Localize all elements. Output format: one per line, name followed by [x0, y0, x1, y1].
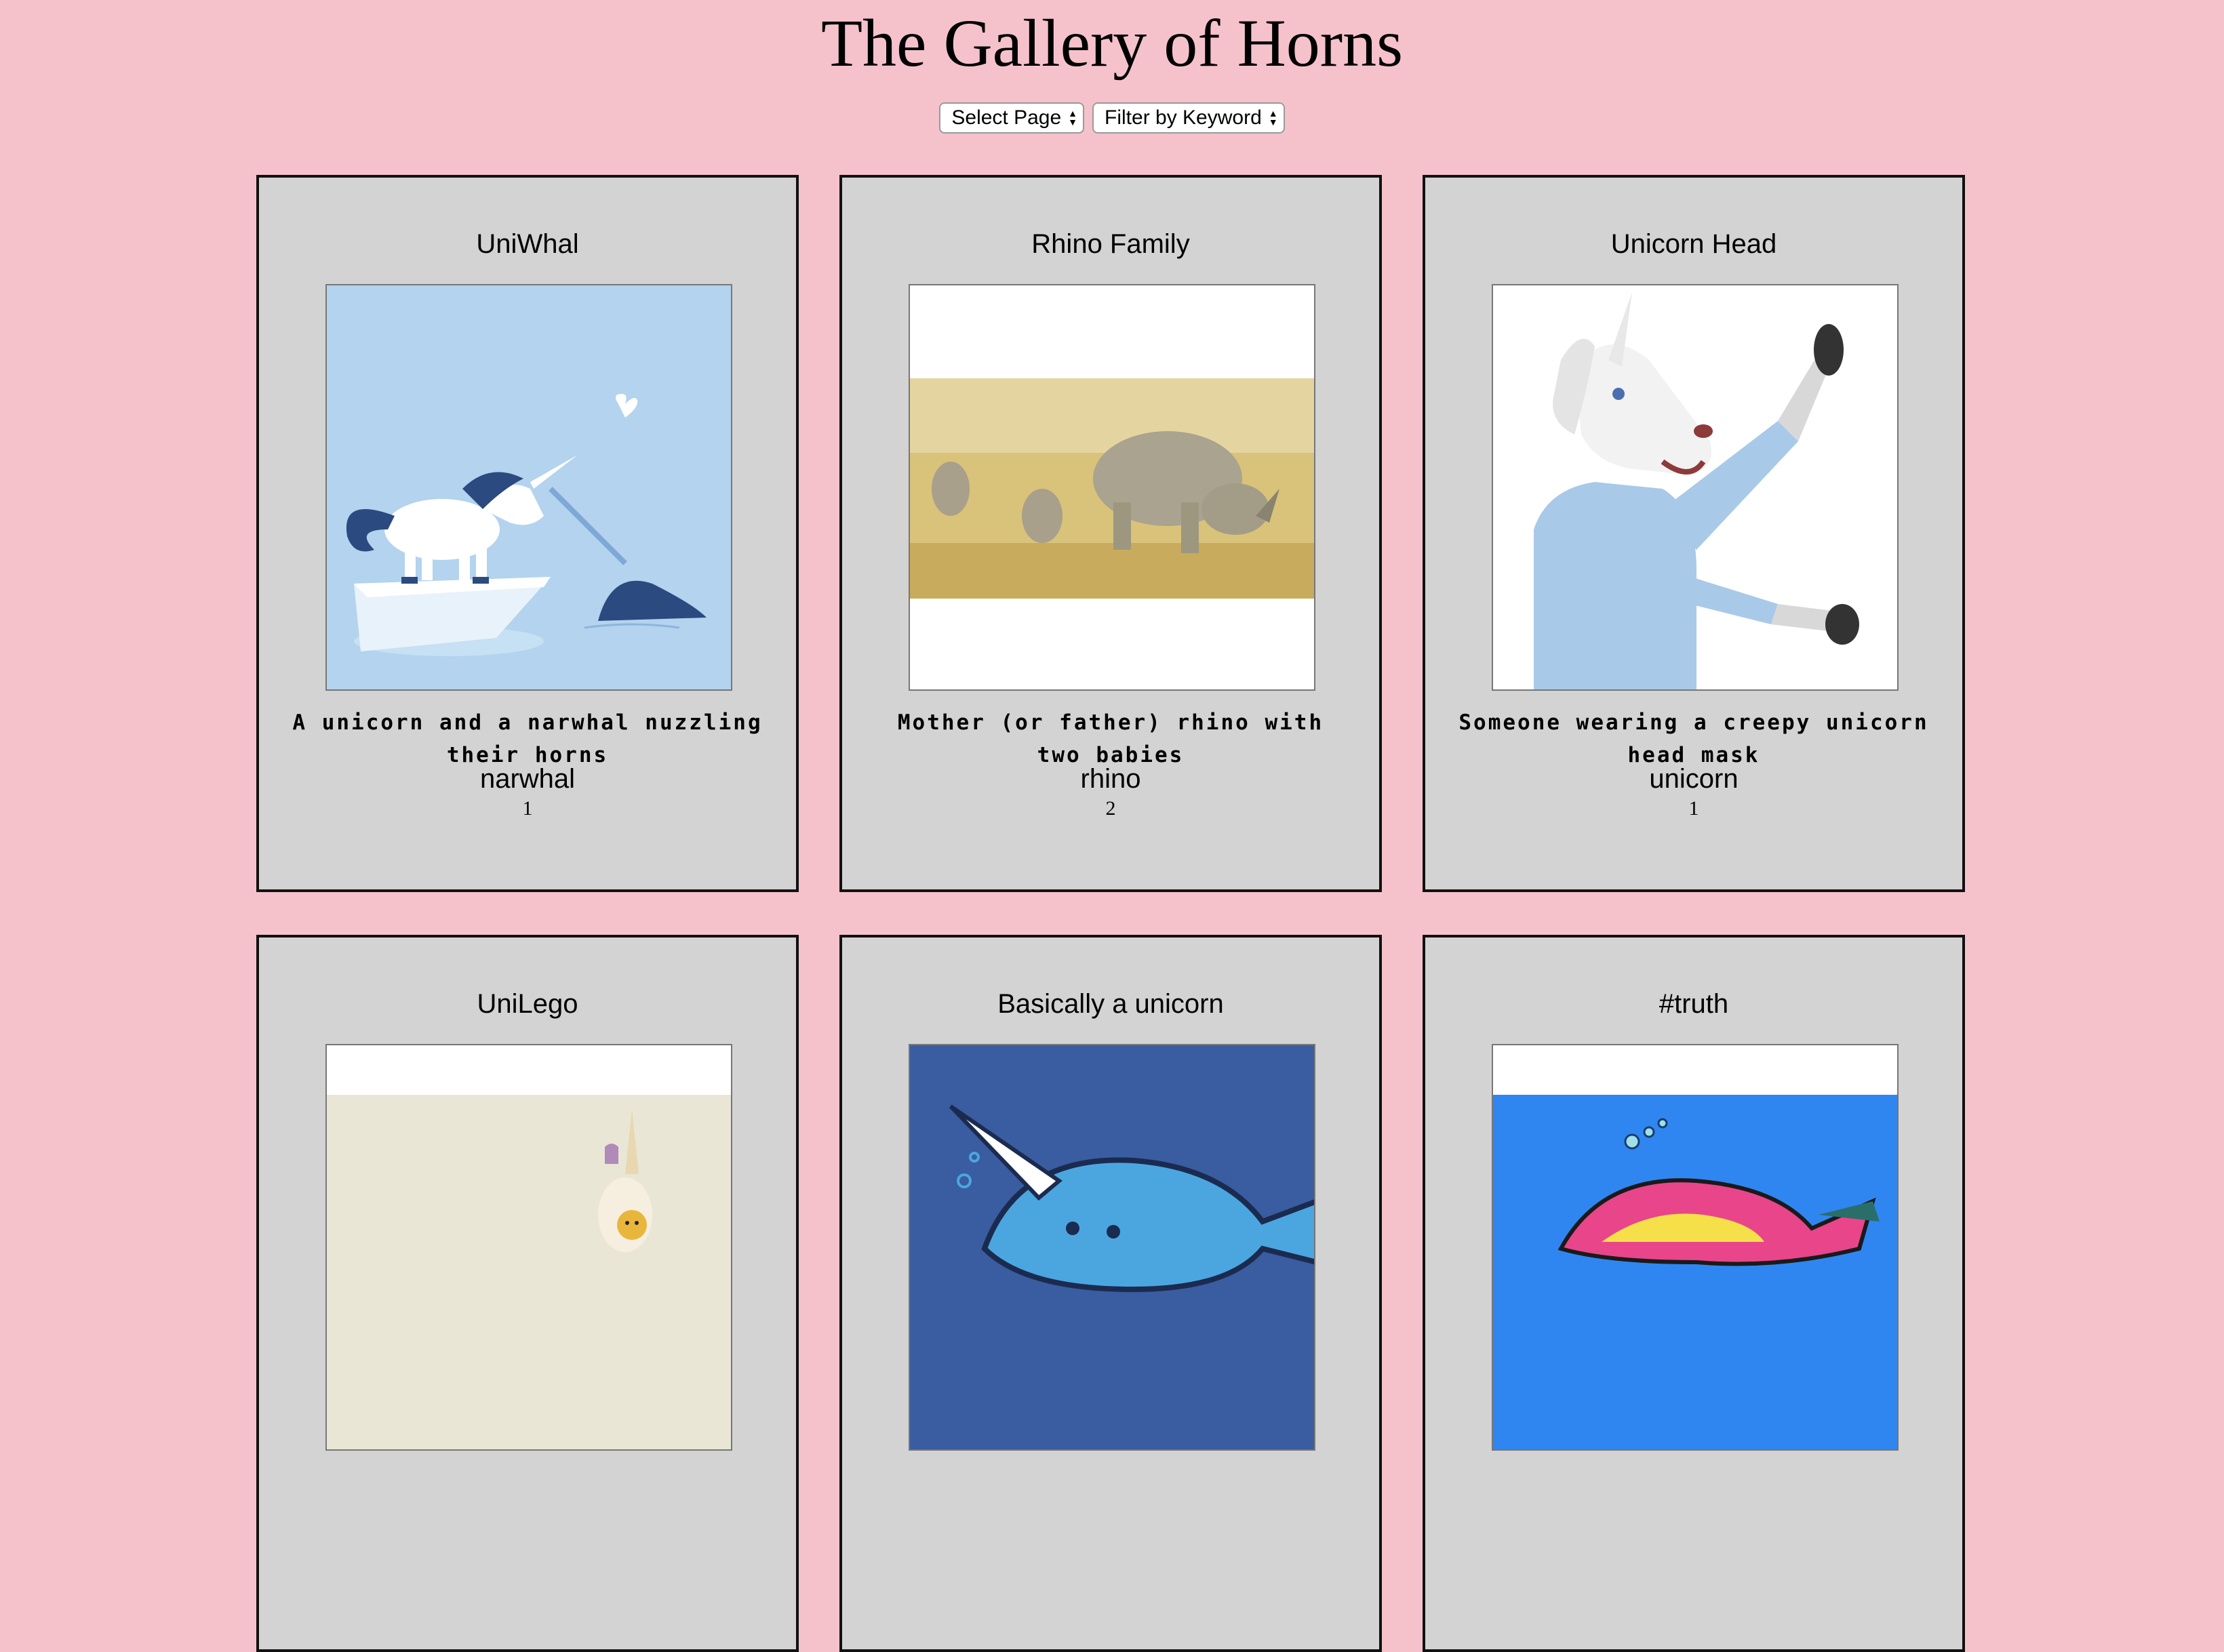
card-image [325, 284, 732, 691]
card-title: #truth [1659, 989, 1729, 1019]
card-horns: 1 [1688, 797, 1699, 820]
card-title: UniLego [477, 989, 578, 1019]
keyword-select-label: Filter by Keyword [1105, 106, 1262, 129]
page-select-label: Select Page [951, 106, 1062, 129]
narwhal-cartoon [910, 1045, 1314, 1449]
select-arrows-icon: ▲ ▼ [1268, 108, 1278, 127]
card-image [325, 1044, 732, 1451]
gallery-card: Rhino Family Mother (or father) rhino wi… [839, 175, 1382, 892]
gallery-card: Basically a unicorn [839, 935, 1382, 1652]
card-description: Mother (or father) rhino with two babies [897, 710, 1324, 767]
page-title: The Gallery of Horns [820, 5, 1404, 81]
select-arrows-icon: ▲ ▼ [1068, 108, 1078, 127]
page-select[interactable]: Select Page ▲ ▼ [939, 102, 1085, 134]
card-title: Basically a unicorn [997, 989, 1224, 1019]
gallery-card: UniWhal A unicorn and a narwhal nuzzling… [256, 175, 799, 892]
card-keyword: unicorn [1649, 764, 1739, 794]
card-title: Rhino Family [1031, 229, 1190, 259]
card-image [909, 284, 1315, 691]
narwhal-unicorn-drawing [1493, 1045, 1897, 1449]
unicorn-lego-photo [327, 1045, 731, 1449]
rhino-family-photo [910, 285, 1314, 689]
gallery-card: #truth [1423, 935, 1965, 1652]
keyword-select[interactable]: Filter by Keyword ▲ ▼ [1092, 102, 1285, 134]
card-horns: 1 [522, 797, 533, 820]
gallery-card: Unicorn Head Someone wearing a creepy un… [1423, 175, 1965, 892]
unicorn-mask-photo [1493, 285, 1897, 689]
card-description: A unicorn and a narwhal nuzzling their h… [292, 710, 763, 767]
card-image [1492, 284, 1899, 691]
card-image [909, 1044, 1315, 1451]
gallery-card: UniLego [256, 935, 799, 1652]
card-description: Someone wearing a creepy unicorn head ma… [1458, 710, 1929, 767]
card-keyword: rhino [1080, 764, 1141, 794]
unicorn-narwhal-illustration [327, 285, 731, 689]
card-title: Unicorn Head [1610, 229, 1777, 259]
card-horns: 2 [1105, 797, 1116, 820]
card-keyword: narwhal [479, 764, 576, 794]
card-image [1492, 1044, 1899, 1451]
filter-controls: Select Page ▲ ▼ Filter by Keyword ▲ ▼ [0, 102, 2224, 134]
card-title: UniWhal [476, 229, 579, 259]
